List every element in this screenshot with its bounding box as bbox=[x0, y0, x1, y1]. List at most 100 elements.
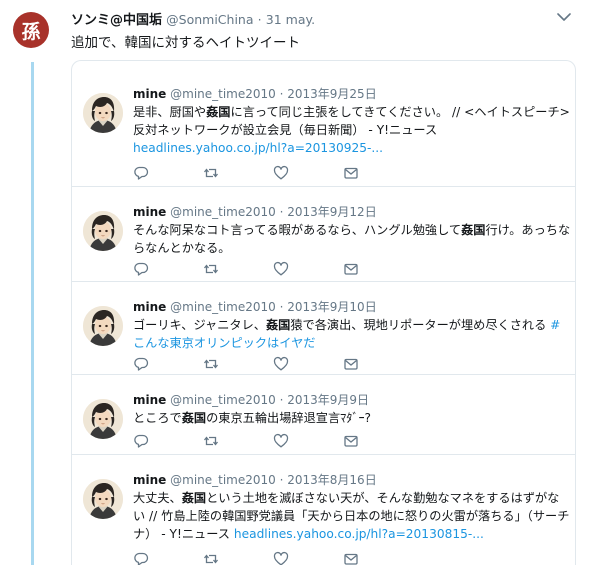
separator: · bbox=[275, 87, 288, 101]
tweet-text: ゴーリキ、ジャニタレ、姦国猿で各演出、現地リポーターが埋め尽くされる #こんな東… bbox=[133, 316, 571, 352]
retweet-button[interactable] bbox=[203, 433, 219, 449]
like-button[interactable] bbox=[273, 165, 289, 181]
like-button[interactable] bbox=[273, 356, 289, 372]
separator: · bbox=[275, 300, 288, 314]
dm-button[interactable] bbox=[343, 433, 359, 449]
quoted-tweets-card[interactable]: mine @mine_time2010 · 2013年9月25日 是非、厨国や姦国… bbox=[71, 60, 576, 565]
dm-button[interactable] bbox=[343, 165, 359, 181]
like-icon bbox=[273, 356, 289, 372]
avatar[interactable] bbox=[83, 306, 123, 346]
reply-icon bbox=[133, 165, 149, 181]
text-segment: ところで bbox=[133, 411, 182, 425]
like-icon bbox=[273, 261, 289, 277]
retweet-icon bbox=[203, 551, 219, 565]
outer-tweet-header: ソンミ@中国垢 @SonmiChina · 31 may. bbox=[71, 9, 315, 28]
retweet-icon bbox=[203, 261, 219, 277]
tweet-actions bbox=[133, 261, 363, 277]
text-segment: ゴーリキ、ジャニタレ、 bbox=[133, 318, 266, 332]
dm-button[interactable] bbox=[343, 551, 359, 565]
avatar[interactable] bbox=[83, 399, 123, 439]
retweet-button[interactable] bbox=[203, 551, 219, 565]
display-name[interactable]: mine bbox=[133, 473, 166, 487]
reply-button[interactable] bbox=[133, 433, 149, 449]
user-handle[interactable]: @mine_time2010 bbox=[166, 87, 276, 101]
display-name[interactable]: mine bbox=[133, 205, 166, 219]
tweet-actions bbox=[133, 433, 363, 449]
user-handle[interactable]: @SonmiChina bbox=[166, 12, 253, 27]
text-segment: そんな阿呆なコト言ってる暇があるなら、ハングル勉強して bbox=[133, 223, 462, 237]
display-name[interactable]: ソンミ@中国垢 bbox=[71, 13, 162, 28]
tweet-text: そんな阿呆なコト言ってる暇があるなら、ハングル勉強して姦国行け。あっちならなんと… bbox=[133, 221, 571, 257]
avatar[interactable] bbox=[83, 93, 123, 133]
tweet-date[interactable]: 2013年9月12日 bbox=[287, 205, 376, 219]
separator: · bbox=[275, 205, 288, 219]
reply-button[interactable] bbox=[133, 165, 149, 181]
reply-icon bbox=[133, 356, 149, 372]
reply-button[interactable] bbox=[133, 356, 149, 372]
tweet-link[interactable]: headlines.yahoo.co.jp/hl?a=20130925-... bbox=[133, 141, 383, 155]
tweet-date[interactable]: 2013年8月16日 bbox=[287, 473, 376, 487]
retweet-icon bbox=[203, 356, 219, 372]
dm-icon bbox=[343, 261, 359, 277]
retweet-icon bbox=[203, 433, 219, 449]
dm-icon bbox=[343, 433, 359, 449]
quoted-tweet-header: mine @mine_time2010 · 2013年9月12日 bbox=[133, 203, 377, 220]
like-button[interactable] bbox=[273, 261, 289, 277]
tweet-date[interactable]: 2013年9月9日 bbox=[287, 393, 369, 407]
separator: · bbox=[257, 12, 262, 27]
user-handle[interactable]: @mine_time2010 bbox=[166, 205, 276, 219]
avatar[interactable] bbox=[83, 479, 123, 519]
display-name[interactable]: mine bbox=[133, 87, 166, 101]
text-segment: の東京五輪出場辞退宣言ﾏﾀﾞｰ? bbox=[206, 411, 372, 425]
tweet-date[interactable]: 2013年9月10日 bbox=[287, 300, 376, 314]
quoted-tweet-header: mine @mine_time2010 · 2013年8月16日 bbox=[133, 471, 377, 488]
separator: · bbox=[275, 393, 288, 407]
tweet-date[interactable]: 2013年9月25日 bbox=[287, 87, 376, 101]
reply-button[interactable] bbox=[133, 261, 149, 277]
chevron-down-icon[interactable] bbox=[557, 12, 571, 22]
user-handle[interactable]: @mine_time2010 bbox=[166, 300, 276, 314]
tweet-text: 大丈夫、姦国という土地を滅ぼさない天が、そんな勤勉なマネをするはずがない // … bbox=[133, 489, 571, 543]
avatar[interactable] bbox=[83, 211, 123, 251]
tweet-actions bbox=[133, 356, 363, 372]
quoted-tweet[interactable]: mine @mine_time2010 · 2013年9月12日 そんな阿呆なコト… bbox=[72, 187, 575, 282]
retweet-button[interactable] bbox=[203, 165, 219, 181]
tweet-date[interactable]: 31 may. bbox=[266, 12, 315, 27]
dm-icon bbox=[343, 356, 359, 372]
quoted-tweet[interactable]: mine @mine_time2010 · 2013年8月16日 大丈夫、姦国とい… bbox=[72, 455, 575, 565]
quoted-tweet-header: mine @mine_time2010 · 2013年9月10日 bbox=[133, 298, 377, 315]
avatar[interactable]: 孫 bbox=[13, 12, 49, 48]
thread-line bbox=[31, 62, 34, 565]
quoted-tweet[interactable]: mine @mine_time2010 · 2013年9月25日 是非、厨国や姦国… bbox=[72, 69, 575, 187]
tweet-text: 追加で、韓国に対するヘイトツイート bbox=[71, 35, 300, 51]
dm-icon bbox=[343, 165, 359, 181]
like-icon bbox=[273, 165, 289, 181]
avatar-char: 孫 bbox=[21, 20, 41, 43]
tweet-text: 是非、厨国や姦国に言って同じ主張をしてきてください。 // <ヘイトスピーチ>反… bbox=[133, 103, 571, 157]
tweet-actions bbox=[133, 551, 363, 565]
quoted-tweet[interactable]: mine @mine_time2010 · 2013年9月9日 ところで姦国の東京… bbox=[72, 375, 575, 455]
display-name[interactable]: mine bbox=[133, 300, 166, 314]
like-button[interactable] bbox=[273, 551, 289, 565]
display-name[interactable]: mine bbox=[133, 393, 166, 407]
like-icon bbox=[273, 551, 289, 565]
outer-tweet[interactable]: 孫 ソンミ@中国垢 @SonmiChina · 31 may. 追加で、韓国に対… bbox=[0, 0, 603, 60]
highlighted-term: 姦国 bbox=[181, 491, 207, 505]
quoted-tweet[interactable]: mine @mine_time2010 · 2013年9月10日 ゴーリキ、ジャニ… bbox=[72, 282, 575, 375]
user-handle[interactable]: @mine_time2010 bbox=[166, 393, 276, 407]
user-handle[interactable]: @mine_time2010 bbox=[166, 473, 276, 487]
quoted-tweet-header: mine @mine_time2010 · 2013年9月25日 bbox=[133, 85, 377, 102]
reply-icon bbox=[133, 433, 149, 449]
reply-button[interactable] bbox=[133, 551, 149, 565]
highlighted-term: 姦国 bbox=[265, 318, 291, 332]
dm-button[interactable] bbox=[343, 356, 359, 372]
highlighted-term: 姦国 bbox=[461, 223, 486, 237]
like-button[interactable] bbox=[273, 433, 289, 449]
dm-button[interactable] bbox=[343, 261, 359, 277]
highlighted-term: 姦国 bbox=[206, 105, 231, 119]
retweet-button[interactable] bbox=[203, 356, 219, 372]
retweet-icon bbox=[203, 165, 219, 181]
tweet-link[interactable]: headlines.yahoo.co.jp/hl?a=20130815-... bbox=[234, 527, 484, 541]
retweet-button[interactable] bbox=[203, 261, 219, 277]
like-icon bbox=[273, 433, 289, 449]
